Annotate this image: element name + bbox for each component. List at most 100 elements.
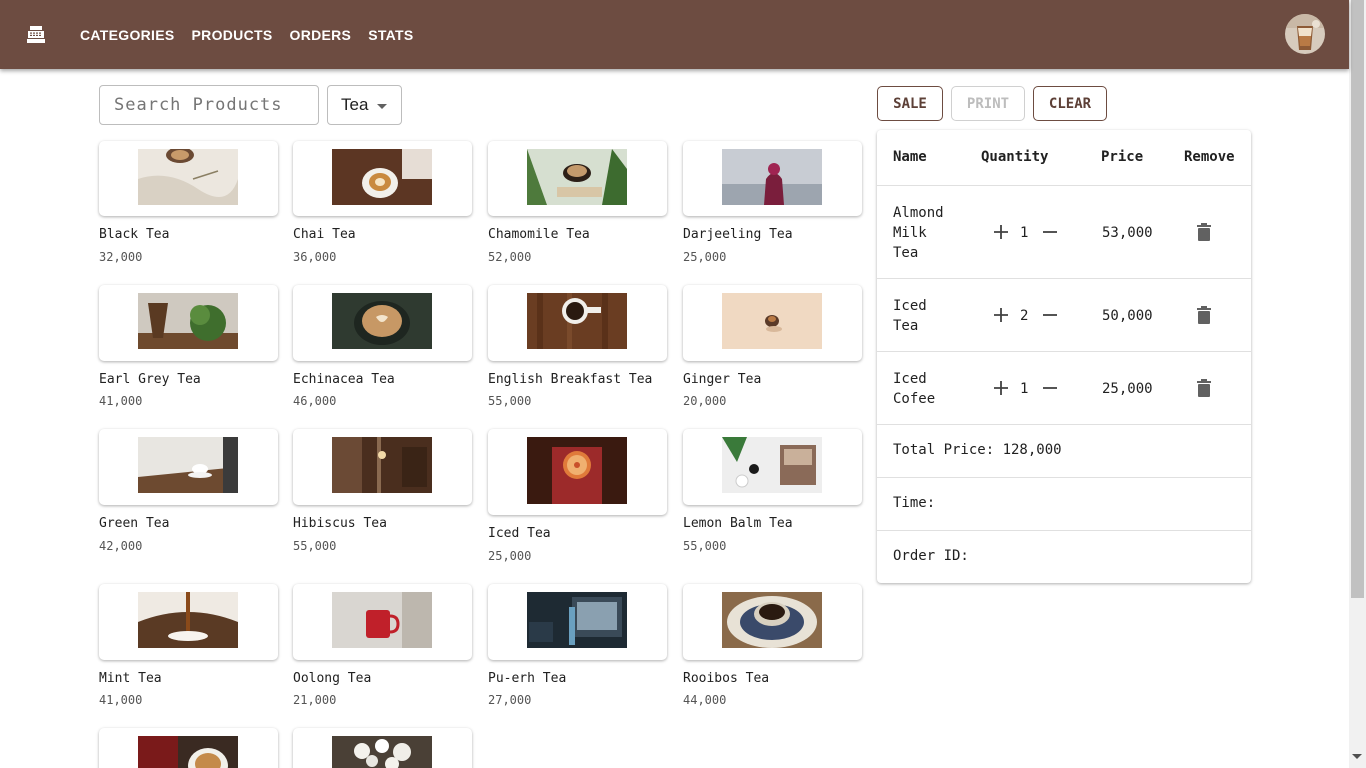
total-price: Total Price: 128,000 xyxy=(893,442,1062,458)
product-name: Hibiscus Tea xyxy=(293,516,387,531)
nav-orders[interactable]: ORDERS xyxy=(290,27,352,43)
product-image xyxy=(527,437,627,504)
user-avatar-icon[interactable] xyxy=(1285,14,1325,54)
cash-register-icon[interactable] xyxy=(24,23,48,47)
product-card[interactable] xyxy=(293,584,472,660)
print-button[interactable]: PRINT xyxy=(951,86,1025,121)
product-card[interactable] xyxy=(488,285,667,361)
product-card[interactable] xyxy=(683,429,862,505)
order-item-quantity: 1 xyxy=(1020,381,1029,397)
product-price: 55,000 xyxy=(683,539,727,553)
trash-icon[interactable] xyxy=(1197,379,1211,397)
product-card[interactable] xyxy=(99,429,278,505)
product-card[interactable] xyxy=(99,285,278,361)
sale-button[interactable]: SALE xyxy=(877,86,943,121)
order-item-name: Almond Milk Tea xyxy=(893,205,944,261)
product-card[interactable] xyxy=(488,584,667,660)
product-image xyxy=(527,592,627,648)
trash-icon[interactable] xyxy=(1197,306,1211,324)
order-item-quantity: 1 xyxy=(1020,225,1029,241)
product-card[interactable] xyxy=(683,141,862,216)
product-image xyxy=(332,293,432,349)
product-image xyxy=(138,736,238,768)
app-bar: CATEGORIES PRODUCTS ORDERS STATS xyxy=(0,0,1349,69)
column-header-quantity: Quantity xyxy=(981,149,1049,165)
product-card[interactable] xyxy=(293,429,472,505)
product-price: 41,000 xyxy=(99,394,143,408)
product-image xyxy=(722,149,822,205)
divider xyxy=(877,530,1251,531)
nav-stats[interactable]: STATS xyxy=(368,27,413,43)
product-price: 36,000 xyxy=(293,250,337,264)
minus-icon[interactable] xyxy=(1042,307,1058,323)
nav-categories[interactable]: CATEGORIES xyxy=(80,27,175,43)
product-name: Echinacea Tea xyxy=(293,372,395,387)
product-card[interactable] xyxy=(488,429,667,515)
product-card[interactable] xyxy=(293,285,472,361)
product-image xyxy=(138,437,238,493)
product-price: 42,000 xyxy=(99,539,143,553)
product-image xyxy=(527,149,627,205)
plus-icon[interactable] xyxy=(993,224,1009,240)
scroll-down-arrow-icon[interactable] xyxy=(1352,754,1362,759)
product-name: Pu-erh Tea xyxy=(488,671,567,686)
product-price: 55,000 xyxy=(293,539,337,553)
plus-icon[interactable] xyxy=(993,307,1009,323)
product-name: Rooibos Tea xyxy=(683,671,770,686)
product-image xyxy=(527,293,627,349)
order-item-price: 50,000 xyxy=(1102,308,1153,324)
divider xyxy=(877,185,1251,186)
minus-icon[interactable] xyxy=(1042,380,1058,396)
product-price: 21,000 xyxy=(293,693,337,707)
product-card[interactable] xyxy=(293,728,472,768)
product-name: English Breakfast Tea xyxy=(488,372,653,387)
product-image xyxy=(722,293,822,349)
product-name: Earl Grey Tea xyxy=(99,372,201,387)
order-time: Time: xyxy=(893,495,936,511)
divider xyxy=(877,278,1251,279)
product-name: Ginger Tea xyxy=(683,372,762,387)
product-name: Darjeeling Tea xyxy=(683,227,793,242)
product-price: 44,000 xyxy=(683,693,727,707)
product-card[interactable] xyxy=(683,584,862,660)
product-image xyxy=(332,437,432,493)
product-card[interactable] xyxy=(99,141,278,216)
divider xyxy=(877,477,1251,478)
product-image xyxy=(332,736,432,768)
divider xyxy=(877,351,1251,352)
product-card[interactable] xyxy=(99,728,278,768)
plus-icon[interactable] xyxy=(993,380,1009,396)
product-price: 25,000 xyxy=(488,549,532,563)
product-card[interactable] xyxy=(488,141,667,216)
product-image xyxy=(138,149,238,205)
minus-icon[interactable] xyxy=(1042,224,1058,240)
product-name: Iced Tea xyxy=(488,526,551,541)
product-price: 52,000 xyxy=(488,250,532,264)
product-name: Black Tea xyxy=(99,227,170,242)
clear-button[interactable]: CLEAR xyxy=(1033,86,1107,121)
search-input[interactable] xyxy=(99,85,319,125)
product-name: Chai Tea xyxy=(293,227,356,242)
order-item-price: 25,000 xyxy=(1102,381,1153,397)
trash-icon[interactable] xyxy=(1197,223,1211,241)
order-id: Order ID: xyxy=(893,548,969,564)
category-select[interactable]: Tea xyxy=(327,85,402,125)
dropdown-caret-icon xyxy=(377,104,387,109)
product-name: Lemon Balm Tea xyxy=(683,516,793,531)
product-image xyxy=(138,592,238,648)
product-image xyxy=(722,437,822,493)
nav-products[interactable]: PRODUCTS xyxy=(192,27,273,43)
product-card[interactable] xyxy=(99,584,278,660)
category-select-value: Tea xyxy=(341,95,369,114)
product-name: Oolong Tea xyxy=(293,671,372,686)
product-card[interactable] xyxy=(683,285,862,361)
product-price: 41,000 xyxy=(99,693,143,707)
product-name: Green Tea xyxy=(99,516,170,531)
column-header-remove: Remove xyxy=(1184,149,1235,165)
order-item-name: Iced Tea xyxy=(893,298,927,334)
order-item-name: Iced Cofee xyxy=(893,371,936,407)
product-image xyxy=(332,149,432,205)
product-name: Mint Tea xyxy=(99,671,162,686)
scrollbar-thumb[interactable] xyxy=(1351,0,1364,598)
product-card[interactable] xyxy=(293,141,472,216)
